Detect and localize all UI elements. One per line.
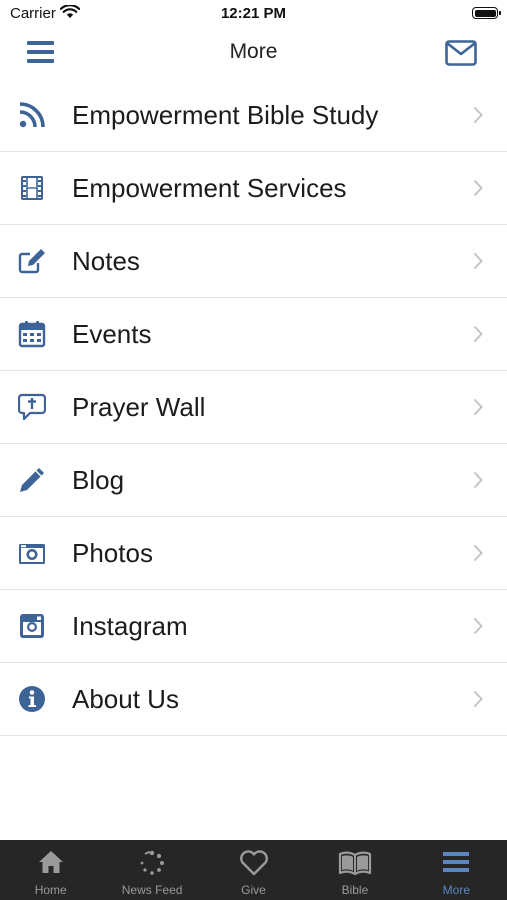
mail-icon[interactable] [445, 40, 477, 66]
menu-item-label: Blog [72, 465, 125, 495]
chevron-right-icon [473, 106, 483, 124]
status-time: 12:21 PM [220, 5, 287, 22]
film-icon [21, 176, 43, 200]
menu-item-events[interactable]: Events [0, 298, 507, 371]
tab-label: More [442, 883, 470, 897]
chevron-right-icon [473, 325, 483, 343]
tab-news-feed[interactable]: News Feed [101, 840, 202, 900]
menu-item-prayer-wall[interactable]: Prayer Wall [0, 371, 507, 444]
chevron-right-icon [473, 471, 483, 489]
nav-bar: More [0, 30, 507, 80]
tab-bible[interactable]: Bible [304, 840, 405, 900]
more-menu-list: Empowerment Bible Study Empowerment Serv… [0, 79, 507, 736]
chevron-right-icon [473, 617, 483, 635]
camera-icon [19, 544, 45, 564]
hamburger-icon [443, 852, 470, 872]
home-icon [38, 851, 63, 873]
chevron-right-icon [473, 690, 483, 708]
page-title: More [229, 40, 278, 63]
instagram-icon [20, 614, 44, 638]
book-icon [338, 851, 372, 876]
menu-item-notes[interactable]: Notes [0, 225, 507, 298]
pencil-icon [20, 468, 44, 492]
chevron-right-icon [473, 398, 483, 416]
menu-item-label: Prayer Wall [72, 392, 206, 422]
hamburger-menu-icon[interactable] [27, 41, 54, 63]
rss-icon [19, 102, 45, 128]
tab-home[interactable]: Home [0, 840, 101, 900]
tab-bar: Home News Feed Give Bible More [0, 840, 507, 900]
menu-item-label: Instagram [72, 611, 188, 641]
news-feed-icon [140, 850, 165, 875]
menu-item-label: Empowerment Services [72, 173, 347, 203]
menu-item-empowerment-services[interactable]: Empowerment Services [0, 152, 507, 225]
calendar-icon [18, 321, 46, 348]
menu-item-label: About Us [72, 684, 179, 714]
heart-icon [239, 850, 268, 876]
menu-item-empowerment-bible-study[interactable]: Empowerment Bible Study [0, 79, 507, 152]
tab-label: News Feed [121, 883, 183, 897]
menu-item-label: Events [72, 319, 152, 349]
status-bar: Carrier 12:21 PM [0, 0, 507, 30]
menu-item-label: Empowerment Bible Study [72, 100, 379, 130]
menu-item-blog[interactable]: Blog [0, 444, 507, 517]
menu-item-label: Notes [72, 246, 140, 276]
menu-item-instagram[interactable]: Instagram [0, 590, 507, 663]
tab-label: Give [241, 883, 266, 897]
tab-label: Home [34, 883, 67, 897]
menu-item-label: Photos [72, 538, 153, 568]
chevron-right-icon [473, 179, 483, 197]
tab-label: Bible [341, 883, 369, 897]
prayer-wall-icon [18, 393, 46, 421]
edit-note-icon [18, 249, 45, 274]
battery-icon [472, 7, 501, 19]
tab-more[interactable]: More [406, 840, 507, 900]
chevron-right-icon [473, 544, 483, 562]
chevron-right-icon [473, 252, 483, 270]
menu-item-about-us[interactable]: About Us [0, 663, 507, 736]
info-icon [19, 686, 45, 712]
tab-give[interactable]: Give [203, 840, 304, 900]
menu-item-photos[interactable]: Photos [0, 517, 507, 590]
